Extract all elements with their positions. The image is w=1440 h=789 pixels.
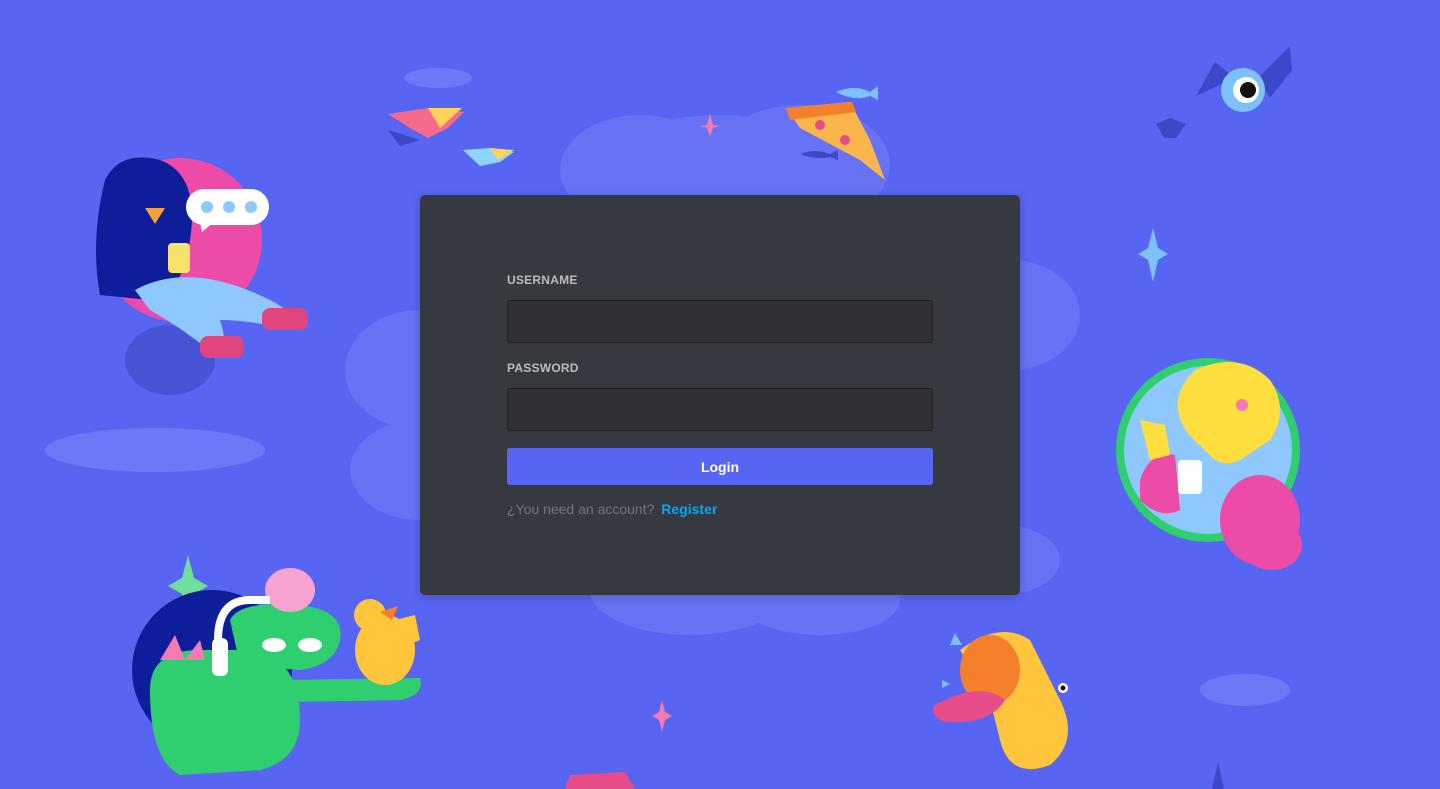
username-input[interactable] xyxy=(507,300,933,343)
username-label: USERNAME xyxy=(507,273,578,287)
register-row: ¿You need an account? Register xyxy=(507,501,933,517)
flying-books-icon xyxy=(388,108,514,166)
login-button[interactable]: Login xyxy=(507,448,933,485)
bat-eyeball-icon xyxy=(1156,46,1292,138)
yellow-character-portrait-icon xyxy=(1116,358,1302,570)
password-input[interactable] xyxy=(507,388,933,431)
login-form: USERNAME PASSWORD Login ¿You need an acc… xyxy=(507,273,933,517)
yellow-duck-icon xyxy=(354,599,420,685)
register-prompt: ¿You need an account? xyxy=(507,501,655,517)
register-link[interactable]: Register xyxy=(661,501,717,517)
password-label: PASSWORD xyxy=(507,361,579,375)
login-card: USERNAME PASSWORD Login ¿You need an acc… xyxy=(420,195,1020,595)
singing-trumpet-icon xyxy=(932,632,1068,770)
